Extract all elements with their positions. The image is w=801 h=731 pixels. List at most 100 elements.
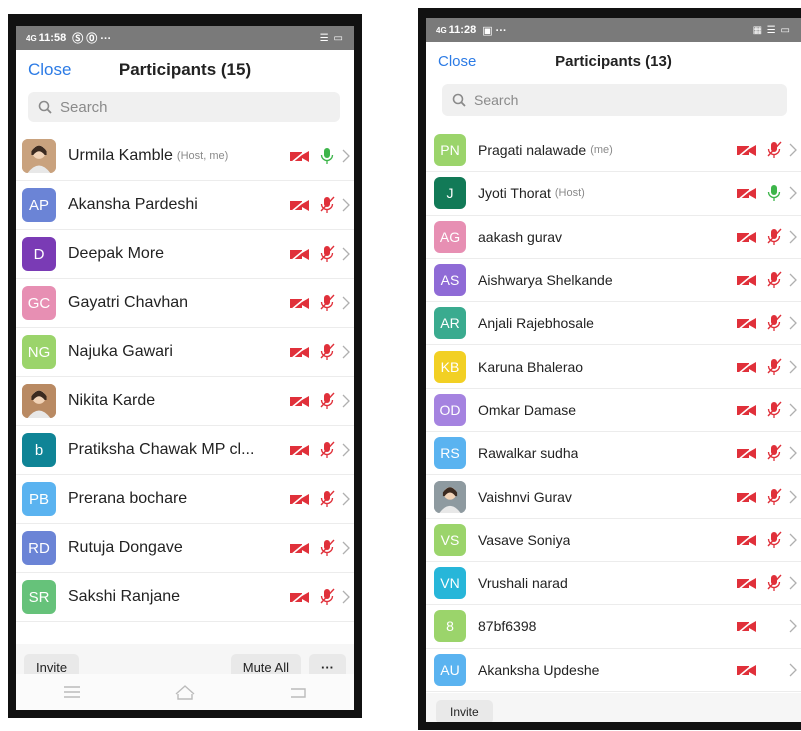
chevron-right-icon[interactable] — [789, 186, 797, 200]
chevron-right-icon[interactable] — [342, 541, 350, 555]
chevron-right-icon[interactable] — [789, 663, 797, 677]
participant-row[interactable]: SR Sakshi Ranjane — [16, 573, 354, 622]
mic-muted-icon[interactable] — [318, 195, 336, 215]
mic-muted-icon[interactable] — [765, 443, 783, 463]
mic-muted-icon[interactable] — [765, 227, 783, 247]
participant-row[interactable]: AG aakash gurav — [426, 216, 801, 259]
chevron-right-icon[interactable] — [342, 198, 350, 212]
chevron-right-icon[interactable] — [342, 443, 350, 457]
participant-row[interactable]: Nikita Karde — [16, 377, 354, 426]
video-off-icon[interactable] — [735, 618, 759, 635]
video-off-icon[interactable] — [735, 315, 759, 331]
home-nav-icon[interactable] — [173, 683, 197, 701]
video-off-icon[interactable] — [288, 246, 312, 262]
mic-muted-icon[interactable] — [318, 440, 336, 460]
video-off-icon[interactable] — [288, 393, 312, 409]
mic-muted-icon[interactable] — [318, 244, 336, 264]
chevron-right-icon[interactable] — [342, 394, 350, 408]
video-off-icon[interactable] — [288, 295, 312, 311]
video-off-icon[interactable] — [735, 488, 759, 505]
participant-row[interactable]: b Pratiksha Chawak MP cl... — [16, 426, 354, 475]
chevron-right-icon[interactable] — [789, 360, 797, 374]
chevron-right-icon[interactable] — [342, 590, 350, 604]
participant-controls — [735, 172, 797, 214]
close-button[interactable]: Close — [16, 60, 71, 80]
chevron-right-icon[interactable] — [789, 273, 797, 287]
mic-muted-icon[interactable] — [318, 538, 336, 558]
chevron-right-icon[interactable] — [789, 533, 797, 547]
participant-row[interactable]: 8 87bf6398 — [426, 605, 801, 649]
mic-on-icon[interactable] — [318, 146, 336, 166]
invite-button[interactable]: Invite — [436, 699, 493, 722]
menu-nav-icon[interactable] — [62, 685, 82, 699]
participant-row[interactable]: RD Rutuja Dongave — [16, 524, 354, 573]
video-off-icon[interactable] — [288, 344, 312, 360]
mic-muted-icon[interactable] — [765, 270, 783, 290]
chevron-right-icon[interactable] — [789, 230, 797, 244]
chevron-right-icon[interactable] — [789, 490, 797, 504]
back-nav-icon[interactable] — [288, 685, 308, 699]
mic-muted-icon[interactable] — [318, 489, 336, 509]
mic-muted-icon[interactable] — [765, 573, 783, 593]
participant-row[interactable]: AS Aishwarya Shelkande — [426, 259, 801, 303]
mic-muted-icon[interactable] — [318, 391, 336, 411]
search-input[interactable]: Search — [442, 84, 787, 116]
video-off-icon[interactable] — [735, 229, 759, 245]
participant-row[interactable]: AR Anjali Rajebhosale — [426, 302, 801, 346]
video-off-icon[interactable] — [735, 272, 759, 288]
video-off-icon[interactable] — [735, 185, 759, 202]
participant-row[interactable]: J Jyoti Thorat (Host) — [426, 172, 801, 216]
video-off-icon[interactable] — [288, 442, 312, 458]
chevron-right-icon[interactable] — [342, 149, 350, 163]
chevron-right-icon[interactable] — [789, 446, 797, 460]
participant-row[interactable]: PN Pragati nalawade (me) — [426, 129, 801, 173]
video-off-icon[interactable] — [735, 575, 759, 591]
participant-row[interactable]: NG Najuka Gawari — [16, 328, 354, 377]
video-off-icon[interactable] — [288, 589, 312, 605]
participant-row[interactable]: RS Rawalkar sudha — [426, 432, 801, 476]
mic-muted-icon[interactable] — [765, 140, 783, 160]
video-off-icon[interactable] — [735, 532, 759, 548]
mic-muted-icon[interactable] — [765, 400, 783, 420]
participant-row[interactable]: VN Vrushali narad — [426, 562, 801, 606]
search-input[interactable]: Search — [28, 92, 340, 122]
participant-row[interactable]: OD Omkar Damase — [426, 389, 801, 433]
chevron-right-icon[interactable] — [342, 492, 350, 506]
chevron-right-icon[interactable] — [789, 403, 797, 417]
status-extras: ▣ ··· — [482, 24, 507, 37]
participant-row[interactable]: VS Vasave Soniya — [426, 519, 801, 562]
chevron-right-icon[interactable] — [789, 619, 797, 633]
mic-muted-icon[interactable] — [765, 357, 783, 377]
participant-row[interactable]: AP Akansha Pardeshi — [16, 181, 354, 230]
video-off-icon[interactable] — [735, 142, 759, 158]
chevron-right-icon[interactable] — [789, 576, 797, 590]
video-off-icon[interactable] — [735, 359, 759, 375]
video-off-icon[interactable] — [288, 491, 312, 507]
participant-row[interactable]: PB Prerana bochare — [16, 475, 354, 524]
mic-on-icon[interactable] — [765, 183, 783, 203]
chevron-right-icon[interactable] — [342, 345, 350, 359]
mic-muted-icon[interactable] — [318, 293, 336, 313]
chevron-right-icon[interactable] — [789, 316, 797, 330]
chevron-right-icon[interactable] — [789, 143, 797, 157]
video-off-icon[interactable] — [288, 540, 312, 556]
mic-muted-icon[interactable] — [765, 313, 783, 333]
video-off-icon[interactable] — [288, 148, 312, 164]
participant-row[interactable]: GC Gayatri Chavhan — [16, 279, 354, 328]
participant-row[interactable]: Urmila Kamble (Host, me) — [16, 132, 354, 181]
participant-row[interactable]: AU Akanksha Updeshe — [426, 649, 801, 692]
mic-muted-icon[interactable] — [318, 342, 336, 362]
video-off-icon[interactable] — [735, 445, 759, 461]
close-button[interactable]: Close — [426, 53, 476, 70]
mic-muted-icon[interactable] — [765, 530, 783, 550]
participant-row[interactable]: Vaishnvi Gurav — [426, 475, 801, 519]
mic-muted-icon[interactable] — [765, 487, 783, 507]
mic-muted-icon[interactable] — [318, 587, 336, 607]
video-off-icon[interactable] — [735, 402, 759, 418]
video-off-icon[interactable] — [288, 197, 312, 213]
chevron-right-icon[interactable] — [342, 247, 350, 261]
participant-row[interactable]: KB Karuna Bhalerao — [426, 345, 801, 389]
video-off-icon[interactable] — [735, 662, 759, 678]
chevron-right-icon[interactable] — [342, 296, 350, 310]
participant-row[interactable]: D Deepak More — [16, 230, 354, 279]
